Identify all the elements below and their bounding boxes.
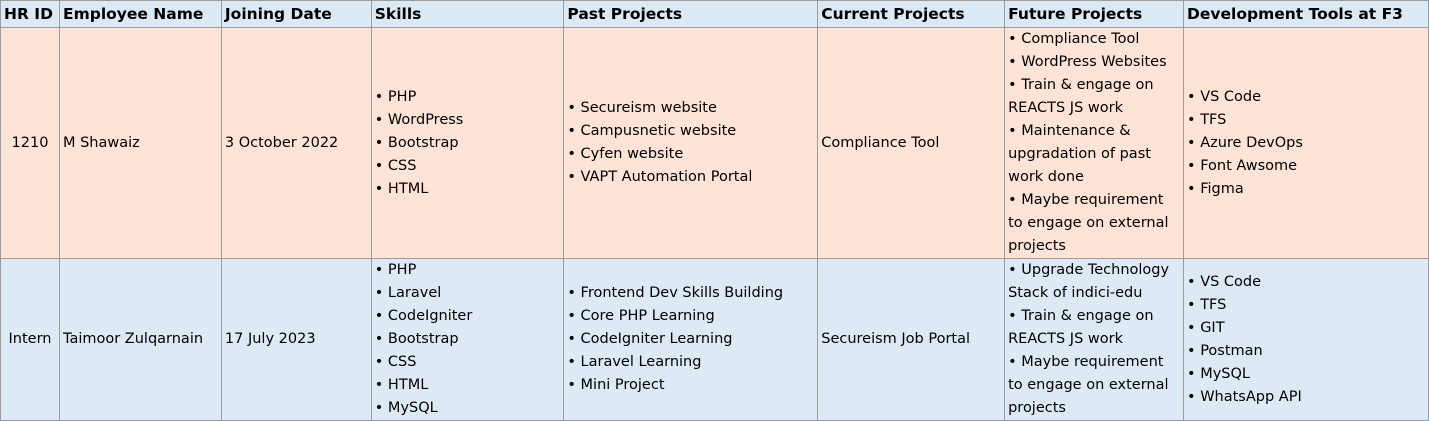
- cell-development-tools[interactable]: • VS Code • TFS • GIT • Postman • MySQL • Wha…: [1183, 258, 1429, 421]
- future-project-line: to engage on external: [1008, 377, 1169, 393]
- dev-tool-item: • TFS: [1187, 296, 1227, 313]
- skill-item: • CSS: [374, 157, 417, 174]
- dev-tool-item: • TFS: [1187, 111, 1227, 128]
- future-project-line: to engage on external: [1008, 215, 1169, 231]
- header-joining-date[interactable]: Joining Date: [220, 0, 372, 28]
- header-hr-id[interactable]: HR ID: [0, 0, 60, 28]
- dev-tool-item: • MySQL: [1187, 365, 1250, 382]
- skill-item: • MySQL: [374, 400, 438, 416]
- skill-item: • HTML: [374, 377, 429, 393]
- future-project-line: upgradation of past: [1008, 146, 1151, 162]
- cell-current-projects[interactable]: Secureism Job Portal: [817, 258, 1006, 421]
- dev-tool-item: • Font Awsome: [1187, 157, 1298, 174]
- header-future-projects[interactable]: Future Projects: [1004, 0, 1185, 28]
- cell-development-tools[interactable]: • VS Code • TFS • Azure DevOps • Font Awsom…: [1183, 27, 1429, 259]
- cell-future-projects[interactable]: • Upgrade Technology Stack of indici-edu •…: [1004, 258, 1185, 421]
- future-project-line: • Train & engage on: [1008, 308, 1154, 324]
- future-project-line: REACTS JS work: [1008, 100, 1123, 116]
- skill-item: • PHP: [374, 88, 417, 105]
- cell-skills[interactable]: • PHP • Laravel • CodeIgniter • Bootstrap • …: [370, 258, 565, 421]
- cell-current-projects[interactable]: Compliance Tool: [817, 27, 1006, 259]
- past-project-item: • VAPT Automation Portal: [567, 169, 753, 185]
- past-project-item: • Core PHP Learning: [567, 308, 715, 324]
- cell-hr-id[interactable]: Intern: [0, 258, 60, 421]
- cell-skills[interactable]: • PHP • WordPress • Bootstrap • CSS • HTML: [370, 27, 565, 259]
- skill-item: • WordPress: [374, 111, 464, 128]
- header-current-projects[interactable]: Current Projects: [817, 0, 1006, 28]
- future-project-line: • WordPress Websites: [1008, 54, 1167, 70]
- header-row: HR ID Employee Name Joining Date Skills …: [0, 0, 1429, 28]
- past-project-item: • Cyfen website: [567, 146, 684, 162]
- table-row: Intern Taimoor Zulqarnain 17 July 2023 •…: [0, 258, 1429, 421]
- employee-table: HR ID Employee Name Joining Date Skills …: [0, 0, 1429, 421]
- dev-tool-item: • Azure DevOps: [1187, 134, 1303, 151]
- future-project-line: • Upgrade Technology: [1008, 262, 1170, 278]
- skill-item: • Bootstrap: [374, 331, 459, 347]
- skill-item: • CodeIgniter: [374, 308, 473, 324]
- skill-item: • Bootstrap: [374, 134, 459, 151]
- future-project-line: REACTS JS work: [1008, 331, 1123, 347]
- dev-tool-item: • Figma: [1187, 180, 1244, 197]
- dev-tool-item: • VS Code: [1187, 88, 1262, 105]
- dev-tool-item: • Postman: [1187, 342, 1263, 359]
- dev-tool-item: • VS Code: [1187, 273, 1262, 290]
- header-employee-name[interactable]: Employee Name: [58, 0, 222, 28]
- dev-tool-item: • GIT: [1187, 319, 1225, 336]
- skill-item: • PHP: [374, 262, 417, 278]
- future-project-line: projects: [1008, 400, 1066, 416]
- future-project-line: Stack of indici-edu: [1008, 285, 1143, 301]
- header-development-tools[interactable]: Development Tools at F3: [1183, 0, 1429, 28]
- skill-item: • Laravel: [374, 285, 442, 301]
- cell-joining-date[interactable]: 17 July 2023: [220, 258, 372, 421]
- cell-joining-date[interactable]: 3 October 2022: [220, 27, 372, 259]
- past-project-item: • Frontend Dev Skills Building: [567, 285, 784, 301]
- header-past-projects[interactable]: Past Projects: [563, 0, 819, 28]
- dev-tool-item: • WhatsApp API: [1187, 388, 1302, 405]
- past-project-item: • Mini Project: [567, 377, 665, 393]
- cell-hr-id[interactable]: 1210: [0, 27, 60, 259]
- cell-past-projects[interactable]: • Secureism website • Campusnetic website…: [563, 27, 819, 259]
- future-project-line: • Maintenance &: [1008, 123, 1131, 139]
- past-project-item: • Secureism website: [567, 100, 717, 116]
- future-project-line: • Maybe requirement: [1008, 192, 1164, 208]
- skill-item: • HTML: [374, 180, 429, 197]
- future-project-line: • Compliance Tool: [1008, 31, 1140, 47]
- future-project-line: • Maybe requirement: [1008, 354, 1164, 370]
- cell-future-projects[interactable]: • Compliance Tool • WordPress Websites • T…: [1004, 27, 1185, 259]
- future-project-line: • Train & engage on: [1008, 77, 1154, 93]
- cell-employee-name[interactable]: Taimoor Zulqarnain: [58, 258, 222, 421]
- future-project-line: projects: [1008, 238, 1066, 254]
- future-project-line: work done: [1008, 169, 1084, 185]
- past-project-item: • CodeIgniter Learning: [567, 331, 733, 347]
- header-skills[interactable]: Skills: [370, 0, 565, 28]
- skill-item: • CSS: [374, 354, 417, 370]
- past-project-item: • Laravel Learning: [567, 354, 702, 370]
- past-project-item: • Campusnetic website: [567, 123, 737, 139]
- cell-past-projects[interactable]: • Frontend Dev Skills Building • Core PHP…: [563, 258, 819, 421]
- cell-employee-name[interactable]: M Shawaiz: [58, 27, 222, 259]
- table-row: 1210 M Shawaiz 3 October 2022 • PHP • Wor…: [0, 27, 1429, 259]
